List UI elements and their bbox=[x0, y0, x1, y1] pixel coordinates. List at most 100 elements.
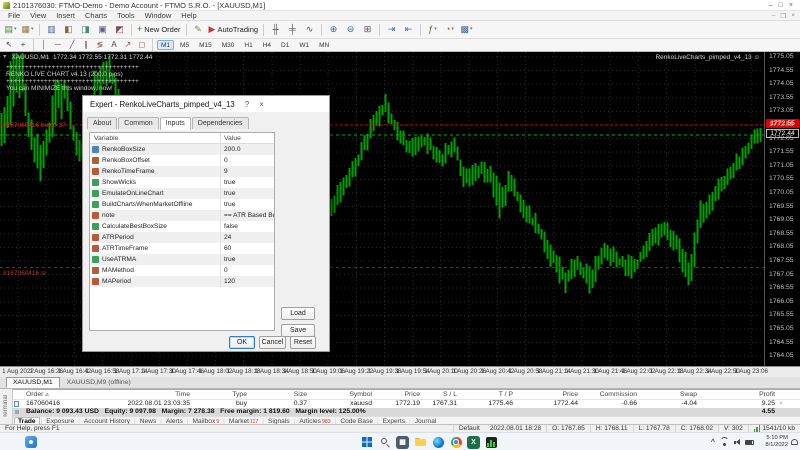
cursor-icon[interactable]: ↖ bbox=[3, 40, 15, 51]
ok-button[interactable]: OK bbox=[229, 336, 255, 349]
col-header-profit[interactable]: Profit bbox=[685, 390, 775, 400]
widgets-icon[interactable] bbox=[25, 436, 37, 448]
one-click-trading-icon[interactable]: ▼ bbox=[2, 54, 7, 61]
file-explorer-icon[interactable] bbox=[413, 435, 427, 449]
indicators-icon[interactable]: ƒ ▾ bbox=[425, 23, 440, 37]
input-row-renkotimeframe[interactable]: RenkoTimeFrame 9 bbox=[90, 166, 274, 177]
menu-insert[interactable]: Insert bbox=[51, 11, 80, 20]
tile-windows-icon[interactable]: ⊞ bbox=[360, 23, 375, 37]
edge-icon[interactable] bbox=[431, 435, 445, 449]
input-row-renkoboxsize[interactable]: RenkoBoxSize 200.0 bbox=[90, 144, 274, 155]
input-row-note[interactable]: note == ATR Based Boxes == bbox=[90, 210, 274, 221]
timeframe-m15[interactable]: M15 bbox=[195, 40, 216, 50]
terminal-panel-icon[interactable]: ▣ bbox=[95, 23, 110, 37]
input-row-buildchartswhenmarketoffline[interactable]: BuildChartsWhenMarketOffline true bbox=[90, 199, 274, 210]
input-value[interactable]: false bbox=[221, 221, 274, 232]
crosshair-icon[interactable]: + bbox=[17, 40, 29, 51]
input-row-calculatebestboxsize[interactable]: CalculateBestBoxSize false bbox=[90, 221, 274, 232]
search-icon[interactable] bbox=[378, 435, 392, 449]
menu-view[interactable]: View bbox=[25, 11, 51, 20]
vertical-line-icon[interactable]: │ bbox=[38, 40, 50, 51]
terminal-vertical-caption[interactable]: Terminal bbox=[0, 389, 13, 424]
market-watch-icon[interactable]: ▥ bbox=[44, 23, 59, 37]
menu-file[interactable]: File bbox=[3, 11, 25, 20]
trendline-icon[interactable]: ╱ bbox=[66, 40, 78, 51]
input-value[interactable]: 0 bbox=[221, 155, 274, 166]
input-row-maperiod[interactable]: MAPeriod 120 bbox=[90, 276, 274, 287]
minimize-icon[interactable]: – bbox=[769, 2, 773, 9]
chart-minimize-icon[interactable]: – bbox=[772, 12, 776, 20]
speaker-icon[interactable] bbox=[734, 439, 740, 445]
candlestick-icon[interactable]: ╪ bbox=[285, 23, 300, 37]
auto-scroll-icon[interactable]: ⇥ bbox=[384, 23, 399, 37]
reset-button[interactable]: Reset bbox=[290, 336, 316, 349]
input-value[interactable]: 24 bbox=[221, 232, 274, 243]
dialog-tab-inputs[interactable]: Inputs bbox=[159, 117, 191, 130]
input-value[interactable]: true bbox=[221, 188, 274, 199]
bar-chart-icon[interactable]: ╫ bbox=[268, 23, 283, 37]
data-window-icon[interactable]: ◧ bbox=[61, 23, 76, 37]
input-value[interactable]: true bbox=[221, 254, 274, 265]
input-value[interactable]: 9 bbox=[221, 166, 274, 177]
chart-restore-icon[interactable]: ❐ bbox=[780, 12, 786, 20]
horizontal-line-icon[interactable]: ─ bbox=[52, 40, 64, 51]
tray-chevron-icon[interactable]: ^ bbox=[711, 439, 715, 446]
dialog-tab-common[interactable]: Common bbox=[118, 117, 159, 129]
channel-icon[interactable]: ∥ bbox=[80, 40, 92, 51]
input-value[interactable]: 0 bbox=[221, 265, 274, 276]
close-position-icon[interactable]: × bbox=[779, 400, 783, 408]
menu-window[interactable]: Window bbox=[140, 11, 177, 20]
task-view-icon[interactable]: ▦ bbox=[396, 435, 409, 449]
input-row-showwicks[interactable]: ShowWicks true bbox=[90, 177, 274, 188]
cancel-button[interactable]: Cancel bbox=[259, 336, 286, 349]
autotrading-button[interactable]: ▶ AutoTrading bbox=[208, 23, 260, 37]
timeframe-m5[interactable]: M5 bbox=[176, 40, 193, 50]
timeframe-h1[interactable]: H1 bbox=[240, 40, 256, 50]
timeframe-h4[interactable]: H4 bbox=[259, 40, 275, 50]
input-row-atrtimeframe[interactable]: ATRTimeFrame 60 bbox=[90, 243, 274, 254]
input-value[interactable]: 120 bbox=[221, 276, 274, 287]
line-chart-icon[interactable]: ∿ bbox=[302, 23, 317, 37]
col-header-order[interactable]: Order ▵ bbox=[26, 390, 49, 400]
menu-help[interactable]: Help bbox=[176, 11, 201, 20]
chart-tab-xauusd-m1[interactable]: XAUUSD,M1 bbox=[6, 377, 60, 388]
dialog-tab-dependencies[interactable]: Dependencies bbox=[191, 117, 249, 129]
taskbar-clock[interactable]: 5:10 PM 8/1/2022 bbox=[765, 435, 788, 449]
input-value[interactable]: == ATR Based Boxes == bbox=[221, 210, 274, 221]
shapes-icon[interactable]: ◻ bbox=[136, 40, 148, 51]
menu-charts[interactable]: Charts bbox=[80, 11, 112, 20]
chart-close-icon[interactable]: × bbox=[791, 12, 795, 20]
notification-bell-icon[interactable] bbox=[791, 439, 798, 445]
timeframe-mn[interactable]: MN bbox=[315, 40, 333, 50]
strategy-tester-icon[interactable]: ◩ bbox=[112, 23, 127, 37]
timeframe-m30[interactable]: M30 bbox=[218, 40, 239, 50]
timeframe-d1[interactable]: D1 bbox=[277, 40, 293, 50]
open-order-row[interactable]: 167060416 2022.08.01 23:03:35 buy 0.37 xauus… bbox=[0, 400, 800, 408]
text-icon[interactable]: A bbox=[108, 40, 120, 51]
chart-tab-xauusd-m9-offline-[interactable]: XAUUSD,M9 (offline) bbox=[60, 377, 138, 388]
wifi-icon[interactable] bbox=[720, 437, 729, 446]
navigator-icon[interactable]: ◨ bbox=[78, 23, 93, 37]
new-chart-icon[interactable]: ▤ ▾ bbox=[3, 23, 18, 37]
dialog-close-icon[interactable]: × bbox=[259, 100, 264, 109]
arrow-object-icon[interactable]: ↗ bbox=[122, 40, 134, 51]
zoom-in-icon[interactable]: ⊕ bbox=[326, 23, 341, 37]
fibonacci-icon[interactable]: ≶ bbox=[94, 40, 106, 51]
dialog-help-icon[interactable]: ? bbox=[245, 100, 249, 109]
excel-icon[interactable]: X bbox=[467, 435, 480, 449]
timeframe-m1[interactable]: M1 bbox=[157, 40, 175, 50]
col-header-swap[interactable]: Swap bbox=[607, 390, 697, 400]
chart-shift-icon[interactable]: ⇤ bbox=[401, 23, 416, 37]
new-order-button[interactable]: + New Order bbox=[136, 23, 182, 37]
profiles-icon[interactable]: ▦ ▾ bbox=[20, 23, 35, 37]
input-row-renkoboxoffset[interactable]: RenkoBoxOffset 0 bbox=[90, 155, 274, 166]
input-value[interactable]: 60 bbox=[221, 243, 274, 254]
input-row-emulateonlinechart[interactable]: EmulateOnLineChart true bbox=[90, 188, 274, 199]
start-icon[interactable] bbox=[360, 435, 374, 449]
input-row-useatrma[interactable]: UseATRMA true bbox=[90, 254, 274, 265]
zoom-out-icon[interactable]: ⊖ bbox=[343, 23, 358, 37]
menu-tools[interactable]: Tools bbox=[112, 11, 140, 20]
metatrader-icon[interactable] bbox=[484, 435, 498, 449]
templates-icon[interactable]: ▩ ▾ bbox=[459, 23, 474, 37]
periods-icon[interactable]: ◔ ▾ bbox=[442, 23, 457, 37]
